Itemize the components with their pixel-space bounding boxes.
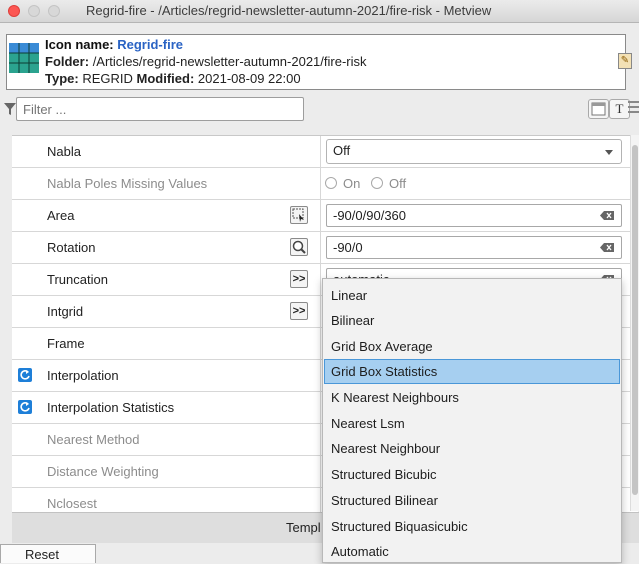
type-line: Type: REGRID Modified: 2021-08-09 22:00	[45, 71, 301, 86]
maximize-window-button[interactable]	[48, 5, 60, 17]
filter-icon	[4, 103, 16, 115]
param-label: Nclosest	[47, 496, 97, 511]
scrollbar-thumb[interactable]	[632, 145, 638, 495]
reset-default-icon[interactable]	[18, 400, 32, 414]
window-title: Regrid-fire - /Articles/regrid-newslette…	[86, 3, 492, 18]
param-label: Frame	[47, 336, 85, 351]
dropdown-option[interactable]: Nearest Lsm	[324, 411, 620, 436]
radio-off-label: Off	[389, 176, 407, 191]
dropdown-option[interactable]: Bilinear	[324, 308, 620, 333]
reset-button[interactable]: Reset	[0, 544, 96, 563]
clear-icon[interactable]	[600, 211, 614, 220]
window-toggle-button[interactable]	[588, 99, 609, 119]
param-label: Intgrid	[47, 304, 84, 319]
param-label: Nabla	[47, 144, 81, 159]
area-value: -90/0/90/360	[333, 208, 407, 223]
dropdown-option[interactable]: Automatic	[324, 539, 620, 564]
truncation-helper-button[interactable]: >>	[290, 270, 308, 288]
reset-default-icon[interactable]	[18, 368, 32, 382]
dropdown-option[interactable]: Grid Box Statistics	[324, 359, 620, 384]
folder-label: Folder:	[45, 54, 90, 69]
clear-icon[interactable]	[600, 243, 614, 252]
radio-off[interactable]	[371, 177, 383, 189]
text-mode-button[interactable]: T	[609, 99, 630, 119]
icon-name-line: Icon name: Regrid-fire	[45, 37, 183, 52]
dropdown-option[interactable]: Grid Box Average	[324, 334, 620, 359]
dropdown-option[interactable]: Structured Biquasicubic	[324, 514, 620, 539]
dropdown-option[interactable]: Linear	[324, 283, 620, 308]
param-label: Distance Weighting	[47, 464, 159, 479]
nabla-value: Off	[333, 143, 351, 158]
chevron-down-icon	[605, 150, 613, 155]
rotation-input[interactable]: -90/0	[326, 236, 622, 259]
dropdown-option[interactable]: K Nearest Neighbours	[324, 385, 620, 410]
minimize-window-button[interactable]	[28, 5, 40, 17]
modified-label: Modified:	[136, 71, 195, 86]
icon-name-value: Regrid-fire	[117, 37, 183, 52]
interpolation-dropdown-list: Linear Bilinear Grid Box Average Grid Box S…	[322, 278, 622, 563]
type-value: REGRID	[82, 71, 133, 86]
modified-value: 2021-08-09 22:00	[197, 71, 301, 86]
param-label: Truncation	[47, 272, 108, 287]
template-label: Templ	[286, 520, 321, 535]
param-label: Interpolation Statistics	[47, 400, 175, 415]
area-select-icon[interactable]	[290, 206, 308, 224]
radio-on[interactable]	[325, 177, 337, 189]
type-label: Type:	[45, 71, 79, 86]
icon-name-label: Icon name:	[45, 37, 114, 52]
menu-icon[interactable]	[628, 101, 639, 117]
param-label: Interpolation	[47, 368, 119, 383]
nabla-select[interactable]: Off	[326, 139, 622, 164]
area-input[interactable]: -90/0/90/360	[326, 204, 622, 227]
close-window-button[interactable]	[8, 5, 20, 17]
dropdown-option[interactable]: Structured Bilinear	[324, 488, 620, 513]
dropdown-option[interactable]: Structured Bicubic	[324, 462, 620, 487]
radio-on-label: On	[343, 176, 361, 191]
param-label: Nabla Poles Missing Values	[47, 176, 208, 191]
rotation-helper-icon[interactable]	[290, 238, 308, 256]
title-bar: Regrid-fire - /Articles/regrid-newslette…	[0, 0, 639, 23]
param-label: Rotation	[47, 240, 96, 255]
folder-value: /Articles/regrid-newsletter-autumn-2021/…	[92, 54, 367, 69]
param-row-rotation: Rotation -90/0	[12, 232, 638, 264]
regrid-icon	[9, 43, 39, 73]
param-label: Nearest Method	[47, 432, 140, 447]
dropdown-option[interactable]: Nearest Neighbour	[324, 436, 620, 461]
param-label: Area	[47, 208, 75, 223]
edit-icon[interactable]: ✎	[618, 53, 632, 69]
panel-icon	[591, 102, 606, 116]
filter-input[interactable]	[16, 97, 304, 121]
folder-line: Folder: /Articles/regrid-newsletter-autu…	[45, 54, 367, 69]
intgrid-helper-button[interactable]: >>	[290, 302, 308, 320]
param-row-area: Area -90/0/90/360	[12, 200, 638, 232]
rotation-value: -90/0	[333, 240, 363, 255]
icon-info-panel: Icon name: Regrid-fire Folder: /Articles…	[6, 34, 632, 90]
param-row-nabla: Nabla Off	[12, 136, 638, 168]
param-row-nabla-poles: Nabla Poles Missing Values On Off	[12, 168, 638, 200]
vertical-scrollbar[interactable]	[630, 135, 639, 511]
